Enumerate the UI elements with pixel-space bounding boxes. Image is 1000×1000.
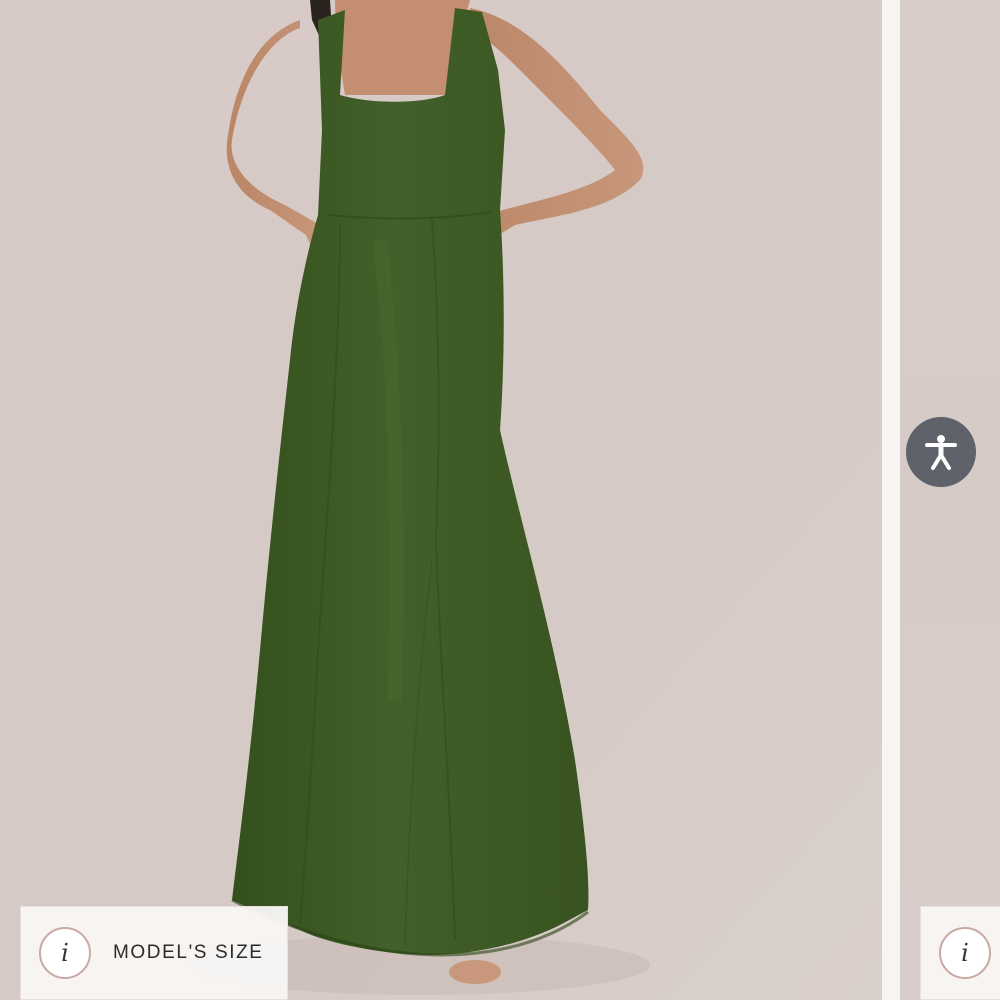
next-models-size-button[interactable]: i [920, 906, 1000, 1000]
product-gallery: i MODEL'S SIZE i [0, 0, 1000, 1000]
slide-divider [882, 0, 900, 1000]
accessibility-person-icon [925, 435, 957, 470]
product-image [0, 0, 882, 1000]
models-size-label: MODEL'S SIZE [113, 942, 264, 963]
models-size-button[interactable]: i MODEL'S SIZE [20, 906, 288, 1000]
info-icon: i [39, 927, 91, 979]
gallery-slide-main[interactable]: i MODEL'S SIZE [0, 0, 882, 1000]
accessibility-button[interactable] [906, 417, 976, 487]
info-icon: i [939, 927, 991, 979]
gallery-slide-next[interactable] [900, 0, 1000, 1000]
